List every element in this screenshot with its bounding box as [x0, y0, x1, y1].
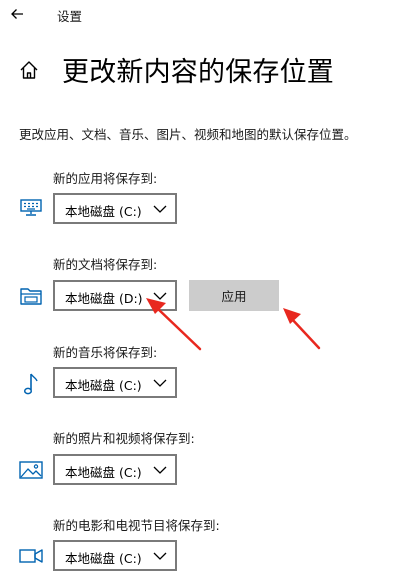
music-drive-select[interactable]: 本地磁盘 (C:)	[53, 367, 177, 398]
back-arrow-icon	[11, 9, 23, 19]
apps-drive-value: 本地磁盘 (C:)	[65, 204, 142, 219]
music-save-label: 新的音乐将保存到:	[53, 345, 158, 360]
chevron-down-icon	[153, 205, 167, 213]
page-title: 更改新内容的保存位置	[62, 57, 334, 88]
documents-save-label: 新的文档将保存到:	[53, 257, 158, 272]
movies-drive-value: 本地磁盘 (C:)	[65, 551, 142, 566]
movies-save-label: 新的电影和电视节目将保存到:	[53, 518, 220, 533]
video-camera-icon	[17, 545, 45, 567]
movies-drive-select[interactable]: 本地磁盘 (C:)	[53, 540, 177, 571]
documents-drive-select[interactable]: 本地磁盘 (D:)	[53, 280, 177, 311]
window-title: 设置	[57, 9, 83, 24]
documents-drive-value: 本地磁盘 (D:)	[65, 291, 143, 306]
back-button[interactable]	[6, 3, 28, 25]
picture-icon	[17, 459, 45, 481]
apply-button[interactable]: 应用	[189, 280, 279, 311]
chevron-down-icon	[153, 379, 167, 387]
music-drive-value: 本地磁盘 (C:)	[65, 378, 142, 393]
photos-drive-select[interactable]: 本地磁盘 (C:)	[53, 454, 177, 485]
settings-page: 设置 更改新内容的保存位置 更改应用、文档、音乐、图片、视频和地图的默认保存位置…	[0, 0, 409, 588]
page-description: 更改应用、文档、音乐、图片、视频和地图的默认保存位置。	[19, 127, 357, 142]
photos-save-label: 新的照片和视频将保存到:	[53, 431, 195, 446]
apps-drive-select[interactable]: 本地磁盘 (C:)	[53, 193, 177, 224]
apps-save-label: 新的应用将保存到:	[53, 171, 158, 186]
music-note-icon	[17, 373, 45, 395]
monitor-keyboard-icon	[17, 197, 45, 219]
chevron-down-icon	[153, 292, 167, 300]
chevron-down-icon	[153, 552, 167, 560]
folder-icon	[17, 285, 45, 307]
home-icon[interactable]	[18, 59, 40, 81]
arrow-to-apply-button	[283, 308, 321, 350]
photos-drive-value: 本地磁盘 (C:)	[65, 465, 142, 480]
chevron-down-icon	[153, 466, 167, 474]
title-bar: 设置	[0, 0, 409, 30]
